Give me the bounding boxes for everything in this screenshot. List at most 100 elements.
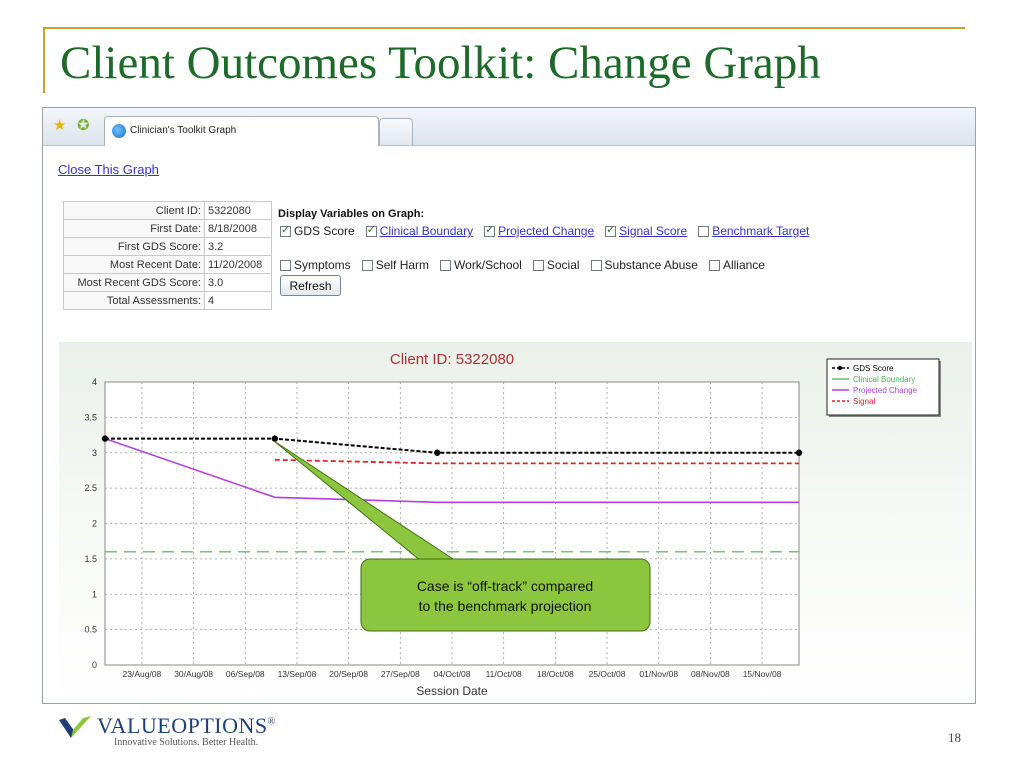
x-tick-label: 27/Sep/08 — [381, 669, 420, 679]
variable-option[interactable]: Signal Score — [605, 223, 687, 238]
variable-label[interactable]: Projected Change — [498, 224, 594, 238]
variable-checkbox[interactable] — [605, 223, 617, 237]
client-info-label: First Date: — [63, 219, 205, 238]
valueoptions-logo-icon — [59, 716, 91, 738]
y-tick-label: 1 — [92, 589, 97, 599]
legend-entry: Projected Change — [853, 386, 918, 395]
variable-checkbox[interactable] — [708, 259, 720, 271]
client-info-value: 3.2 — [204, 237, 272, 256]
callout-text-line1: Case is “off-track” compared — [417, 578, 593, 594]
variable-checkbox[interactable] — [440, 259, 452, 271]
variable-label[interactable]: Signal Score — [619, 224, 687, 238]
refresh-button[interactable]: Refresh — [280, 275, 341, 296]
variable-checkbox[interactable] — [361, 259, 373, 271]
variable-checkbox[interactable] — [365, 223, 377, 237]
logo-name: VALUEOPTIONS® — [97, 713, 276, 738]
variable-label: Substance Abuse — [604, 258, 698, 272]
browser-tab[interactable]: Clinician's Toolkit Graph — [104, 116, 379, 146]
client-info-table: Client ID: 5322080 First Date: 8/18/2008 Fir… — [63, 201, 272, 310]
title-rule-top — [43, 27, 965, 29]
variable-option[interactable]: GDS Score — [280, 223, 355, 238]
gds-score-point — [271, 435, 279, 442]
variable-option[interactable]: Clinical Boundary — [365, 223, 473, 238]
gds-score-point — [101, 435, 109, 442]
variable-option[interactable]: Symptoms — [280, 258, 351, 272]
slide-title: Client Outcomes Toolkit: Change Graph — [60, 37, 821, 89]
variable-option[interactable]: Benchmark Target — [698, 224, 809, 238]
x-tick-label: 30/Aug/08 — [174, 669, 213, 679]
client-info-label: Most Recent Date: — [63, 255, 205, 274]
variable-label: Social — [546, 258, 580, 272]
variable-option[interactable]: Projected Change — [484, 223, 594, 238]
browser-window: ★ ✪ Clinician's Toolkit Graph Close This… — [42, 107, 976, 704]
variable-label[interactable]: Benchmark Target — [712, 224, 809, 238]
x-tick-label: 25/Oct/08 — [589, 669, 626, 679]
variable-label: Symptoms — [294, 258, 351, 272]
client-info-label: Most Recent GDS Score: — [63, 273, 205, 292]
x-tick-label: 08/Nov/08 — [691, 669, 730, 679]
callout-box — [360, 558, 651, 632]
x-tick-label: 15/Nov/08 — [743, 669, 782, 679]
variable-checkbox[interactable] — [484, 223, 496, 237]
y-tick-label: 0 — [92, 660, 97, 670]
new-tab-button[interactable] — [379, 118, 413, 145]
y-tick-label: 1.5 — [84, 554, 97, 564]
gds-score-point — [795, 449, 803, 456]
client-info-label: Client ID: — [63, 201, 205, 220]
variable-checkbox[interactable] — [698, 225, 710, 237]
add-favorites-icon[interactable]: ✪ — [77, 118, 90, 134]
x-axis-title: Session Date — [416, 684, 488, 698]
callout-text-line2: to the benchmark projection — [419, 598, 592, 614]
x-tick-label: 20/Sep/08 — [329, 669, 368, 679]
logo-tagline: Innovative Solutions. Better Health. — [114, 737, 259, 748]
client-info-row: First Date: 8/18/2008 — [63, 219, 272, 238]
x-tick-label: 13/Sep/08 — [278, 669, 317, 679]
client-info-value: 3.0 — [204, 273, 272, 292]
change-graph-chart: 0 0.5 1 1.5 2 2.5 3 3.5 4 23/Aug/08 30/Aug/08 06/Se… — [84, 351, 941, 698]
variable-option[interactable]: Social — [532, 258, 580, 272]
client-info-row: Most Recent GDS Score: 3.0 — [63, 273, 272, 292]
variable-checkbox[interactable] — [280, 223, 291, 237]
favorites-star-icon[interactable]: ★ — [53, 118, 66, 134]
y-tick-label: 2 — [92, 519, 97, 529]
x-tick-label: 23/Aug/08 — [123, 669, 162, 679]
y-tick-label: 4 — [92, 377, 97, 387]
variables-row-2: Symptoms Self Harm Work/School Social Substa… — [280, 258, 776, 274]
tab-title: Clinician's Toolkit Graph — [130, 125, 237, 136]
client-info-label: Total Assessments: — [63, 291, 205, 310]
variable-label: GDS Score — [294, 224, 355, 238]
variable-option[interactable]: Substance Abuse — [590, 258, 698, 272]
variable-label: Self Harm — [375, 258, 430, 272]
client-info-row: Client ID: 5322080 — [63, 201, 272, 220]
x-tick-label: 11/Oct/08 — [486, 669, 522, 679]
slide-number: 18 — [948, 730, 961, 745]
close-graph-link[interactable]: Close This Graph — [58, 162, 159, 177]
variable-checkbox[interactable] — [590, 259, 602, 271]
legend-marker — [837, 365, 843, 371]
variable-option[interactable]: Work/School — [440, 258, 522, 272]
variable-label: Work/School — [454, 258, 522, 272]
client-info-value: 11/20/2008 — [204, 255, 272, 274]
variable-checkbox[interactable] — [532, 259, 544, 271]
variable-option[interactable]: Alliance — [708, 258, 765, 272]
legend-entry: GDS Score — [853, 364, 894, 373]
client-info-row: Total Assessments: 4 — [63, 291, 272, 310]
x-tick-label: 04/Oct/08 — [434, 669, 471, 679]
x-tick-label: 06/Sep/08 — [226, 669, 265, 679]
ie-page-icon — [112, 124, 126, 138]
x-tick-label: 18/Oct/08 — [537, 669, 574, 679]
legend-entry: Clinical Boundary — [853, 375, 915, 384]
client-info-value: 5322080 — [204, 201, 272, 220]
client-info-row: First GDS Score: 3.2 — [63, 237, 272, 256]
page-content: Close This Graph Client ID: 5322080 First … — [43, 146, 975, 703]
variable-checkbox[interactable] — [280, 259, 291, 271]
variable-label: Alliance — [722, 258, 765, 272]
gds-score-point — [434, 449, 441, 456]
client-info-label: First GDS Score: — [63, 237, 205, 256]
variable-option[interactable]: Self Harm — [361, 258, 430, 272]
callout-join — [413, 560, 463, 563]
variable-label[interactable]: Clinical Boundary — [380, 224, 473, 238]
client-info-value: 4 — [204, 291, 272, 310]
legend-entry: Signal — [853, 397, 875, 406]
client-info-row: Most Recent Date: 11/20/2008 — [63, 255, 272, 274]
